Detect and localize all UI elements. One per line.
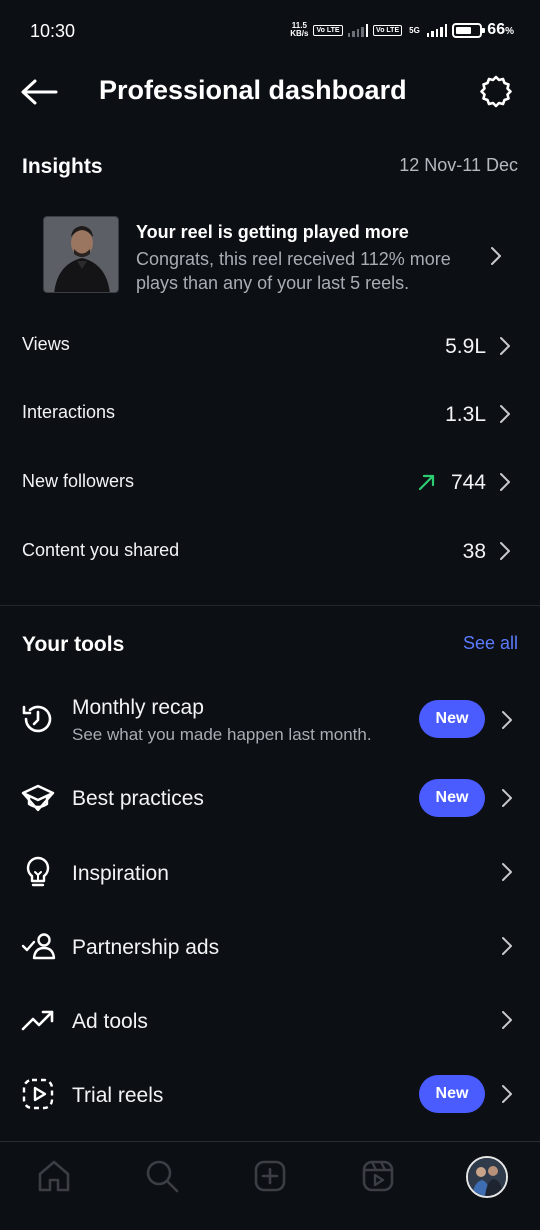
new-badge: New (419, 779, 485, 817)
chevron-right-icon (502, 711, 512, 729)
tool-label: Ad tools (72, 1010, 148, 1033)
reel-card-subtitle: Congrats, this reel received 112% more p… (136, 249, 451, 293)
chevron-right-icon (500, 473, 510, 491)
metric-row-content-shared[interactable]: Content you shared 38 (0, 522, 540, 578)
back-arrow-icon[interactable] (20, 78, 58, 106)
history-clock-icon (22, 705, 52, 733)
status-icons: 11.5 KB/s Vo LTE Vo LTE 5G 66% (290, 21, 514, 39)
tool-label: Partnership ads (72, 936, 220, 959)
tool-trial-reels[interactable]: Trial reels New (0, 1058, 540, 1130)
chevron-right-icon (500, 405, 510, 423)
chevron-right-icon (500, 542, 510, 560)
chevron-right-icon (502, 1011, 512, 1029)
app-header: Professional dashboard (0, 64, 540, 120)
bottom-navigation (0, 1141, 540, 1230)
section-divider (0, 605, 540, 606)
trending-up-icon (21, 1010, 54, 1031)
metric-label: Views (22, 334, 70, 354)
signal-bars-icon (347, 23, 369, 37)
lightbulb-icon (26, 856, 50, 887)
metric-label: Interactions (22, 402, 116, 422)
date-range[interactable]: 12 Nov-11 Dec (399, 155, 518, 176)
tool-label: Trial reels (72, 1084, 164, 1107)
up-trend-icon (418, 474, 435, 491)
chevron-right-icon (500, 337, 510, 355)
reel-thumbnail (43, 216, 119, 293)
create-plus-icon[interactable] (252, 1158, 288, 1194)
trial-reel-play-icon (22, 1078, 54, 1110)
see-all-link[interactable]: See all (463, 633, 518, 654)
status-bar: 10:30 11.5 KB/s Vo LTE Vo LTE 5G 66% (0, 0, 540, 64)
tool-label: Best practices (72, 787, 204, 810)
metric-row-interactions[interactable]: Interactions 1.3L (0, 385, 540, 441)
chevron-right-icon (491, 247, 501, 265)
tool-ad-tools[interactable]: Ad tools (0, 984, 540, 1056)
metric-value: 38 (462, 540, 486, 563)
reels-icon[interactable] (360, 1158, 396, 1194)
home-icon[interactable] (36, 1158, 72, 1194)
tool-inspiration[interactable]: Inspiration (0, 836, 540, 908)
tool-label: Inspiration (72, 862, 169, 885)
chevron-right-icon (502, 789, 512, 807)
new-badge: New (419, 1075, 485, 1113)
metric-row-new-followers[interactable]: New followers 744 (0, 453, 540, 509)
status-time: 10:30 (30, 21, 76, 41)
reel-card-title: Your reel is getting played more (136, 222, 409, 242)
tool-label: Monthly recap (72, 696, 204, 719)
partnership-user-check-icon (21, 933, 56, 960)
battery-icon (452, 22, 486, 38)
tool-partnership-ads[interactable]: Partnership ads (0, 910, 540, 982)
tool-best-practices[interactable]: Best practices New (0, 762, 540, 834)
insights-title: Insights (22, 155, 103, 178)
metric-value: 5.9L (445, 335, 486, 358)
search-icon[interactable] (144, 1158, 180, 1194)
volte-icon: Vo LTE (373, 24, 403, 36)
graduation-cap-icon (21, 784, 55, 812)
metric-value: 744 (450, 471, 486, 494)
metric-value: 1.3L (445, 403, 486, 426)
signal-bars-icon (426, 23, 448, 37)
chevron-right-icon (502, 1085, 512, 1103)
chevron-right-icon (502, 863, 512, 881)
page-title: Professional dashboard (99, 75, 407, 105)
gear-icon[interactable] (478, 73, 514, 109)
network-speed: 11.5 KB/s (290, 21, 309, 38)
chevron-right-icon (502, 937, 512, 955)
tool-subtitle: See what you made happen last month. (72, 725, 372, 744)
tool-monthly-recap[interactable]: Monthly recap See what you made happen l… (0, 684, 540, 764)
reel-insight-card[interactable]: Your reel is getting played more Congrat… (0, 200, 540, 310)
network-type: 5G (409, 25, 420, 35)
metric-label: New followers (22, 471, 135, 491)
metric-row-views[interactable]: Views 5.9L (0, 317, 540, 373)
new-badge: New (419, 700, 485, 738)
metric-label: Content you shared (22, 540, 180, 560)
volte-icon: Vo LTE (313, 24, 343, 36)
tools-title: Your tools (22, 633, 125, 656)
battery-percent: 66% (487, 21, 514, 38)
profile-avatar[interactable] (466, 1156, 508, 1198)
